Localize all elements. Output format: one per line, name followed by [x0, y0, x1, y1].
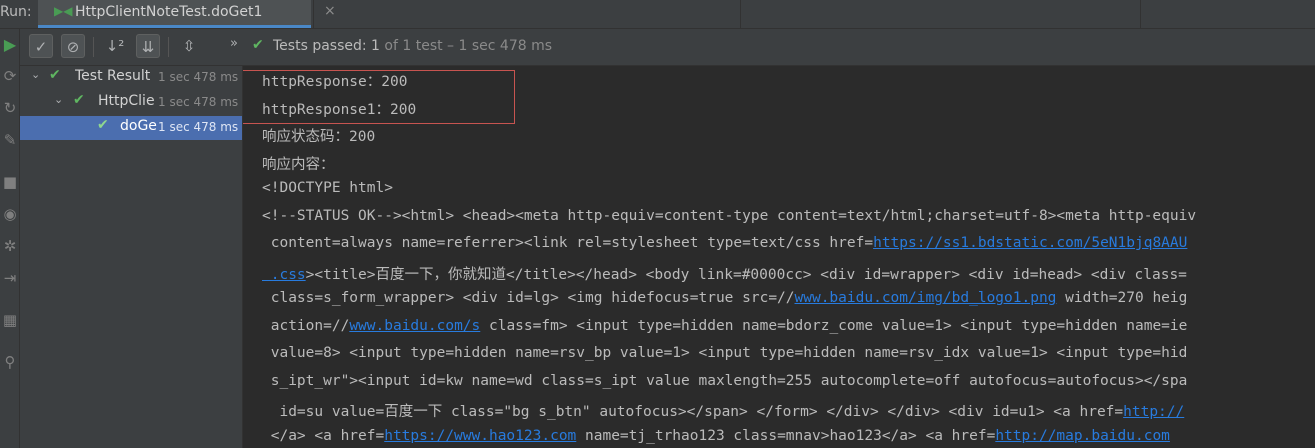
- tree-node-duration: 1 sec 478 ms: [158, 95, 242, 109]
- console-link[interactable]: http://map.baidu.com: [995, 428, 1170, 444]
- sort-alphabetically-button[interactable]: ↓²: [103, 34, 127, 58]
- test-status: Tests passed: 1 of 1 test – 1 sec 478 ms: [273, 38, 552, 54]
- wrench-icon[interactable]: ✎: [1, 131, 19, 149]
- pin-icon[interactable]: ⚲: [1, 353, 19, 371]
- console-link[interactable]: www.baidu.com/s: [349, 318, 480, 334]
- console-line: .css><title>百度一下，你就知道</title></head> <bo…: [262, 263, 1187, 284]
- tree-node-test-class[interactable]: ⌄ ✔ HttpClie 1 sec 478 ms: [20, 91, 242, 115]
- console-text: action=//: [262, 318, 350, 334]
- console-text: content=always name=referrer><link rel=s…: [262, 235, 874, 251]
- tree-node-test-result[interactable]: ⌄ ✔ Test Result 1 sec 478 ms: [20, 66, 242, 90]
- toolbar-divider: [93, 37, 94, 57]
- console-line: 响应状态码：200: [262, 129, 376, 145]
- passed-check-icon: ✔: [252, 37, 264, 53]
- passed-check-icon: ✔: [49, 67, 61, 83]
- tab-title: HttpClientNoteTest.doGet1: [75, 4, 263, 20]
- rerun-icon[interactable]: ▶: [1, 35, 19, 54]
- console-line: <!--STATUS OK--><html> <head><meta http-…: [262, 208, 1197, 224]
- tab-divider: [740, 0, 741, 28]
- toggle-auto-test-icon[interactable]: ↻: [1, 99, 19, 117]
- tab-divider: [1140, 0, 1141, 28]
- console-line: content=always name=referrer><link rel=s…: [262, 235, 1188, 251]
- console-output[interactable]: httpResponse：200 httpResponse1：200 响应状态码…: [243, 66, 1315, 448]
- stop-icon[interactable]: ■: [1, 173, 19, 191]
- console-line: value=8> <input type=hidden name=rsv_bp …: [262, 345, 1188, 361]
- console-text: ><title>百度一下，你就知道</title></head> <body l…: [305, 267, 1187, 283]
- layout-icon[interactable]: ▦: [1, 311, 19, 329]
- camera-icon[interactable]: ◉: [1, 205, 19, 223]
- status-detail: of 1 test – 1 sec 478 ms: [379, 38, 553, 54]
- tab-divider: [313, 0, 314, 28]
- console-line: httpResponse1：200: [262, 102, 417, 118]
- test-toolbar: ✓ ⊘ ↓² ⇊ ⇳ » ✔ Tests passed: 1 of 1 test…: [20, 29, 1315, 66]
- passed-check-icon: ✔: [73, 92, 85, 108]
- close-icon[interactable]: ×: [324, 3, 336, 19]
- tree-node-duration: 1 sec 478 ms: [158, 70, 242, 84]
- more-actions-icon[interactable]: »: [230, 36, 238, 51]
- console-text: name=tj_trhao123 class=mnav>hao123</a> <…: [576, 428, 996, 444]
- show-ignored-button[interactable]: ⊘: [61, 34, 85, 58]
- console-text: id=su value=百度一下 class="bg s_btn" autofo…: [262, 404, 1124, 420]
- chevron-down-icon[interactable]: ⌄: [31, 68, 40, 81]
- console-text: width=270 heig: [1056, 290, 1188, 306]
- console-line: s_ipt_wr"><input id=kw name=wd class=s_i…: [262, 373, 1188, 389]
- console-link[interactable]: https://www.hao123.com: [384, 428, 576, 444]
- console-line: action=//www.baidu.com/s class=fm> <inpu…: [262, 318, 1188, 334]
- console-line: 响应内容：: [262, 157, 335, 173]
- tree-node-label: HttpClie: [98, 93, 155, 109]
- console-text: class=s_form_wrapper> <div id=lg> <img h…: [262, 290, 795, 306]
- status-count: 1: [371, 38, 380, 54]
- console-line: <!DOCTYPE html>: [262, 180, 393, 196]
- rerun-failed-icon[interactable]: ⟳: [1, 67, 19, 85]
- console-text: </a> <a href=: [262, 428, 385, 444]
- passed-check-icon: ✔: [97, 117, 109, 133]
- sort-by-duration-button[interactable]: ⇊: [136, 34, 160, 58]
- console-link[interactable]: https://ss1.bdstatic.com/5eN1bjq8AAU: [873, 235, 1187, 251]
- run-config-icon: ▶◀: [54, 4, 73, 18]
- tree-node-label: doGe: [120, 118, 157, 134]
- chevron-down-icon[interactable]: ⌄: [54, 93, 63, 106]
- console-text: class=fm> <input type=hidden name=bdorz_…: [480, 318, 1188, 334]
- console-line: </a> <a href=https://www.hao123.com name…: [262, 428, 1170, 444]
- show-passed-button[interactable]: ✓: [29, 34, 53, 58]
- tree-node-duration: 1 sec 478 ms: [158, 120, 242, 134]
- exit-icon[interactable]: ⇥: [1, 269, 19, 287]
- console-line: class=s_form_wrapper> <div id=lg> <img h…: [262, 290, 1188, 306]
- run-tabbar: Run: ▶◀ HttpClientNoteTest.doGet1 ×: [0, 0, 1315, 29]
- console-link[interactable]: http://: [1123, 404, 1184, 420]
- left-toolbar: ▶ ⟳ ↻ ✎ ■ ◉ ✲ ⇥ ▦ ⚲: [0, 29, 20, 448]
- console-line: id=su value=百度一下 class="bg s_btn" autofo…: [262, 400, 1184, 421]
- gear-icon[interactable]: ✲: [1, 237, 19, 255]
- tree-node-label: Test Result: [75, 68, 151, 84]
- console-link[interactable]: .css: [262, 267, 306, 283]
- console-line: httpResponse：200: [262, 74, 408, 90]
- collapse-all-button[interactable]: ⇳: [177, 34, 201, 58]
- tab-run-config[interactable]: ▶◀ HttpClientNoteTest.doGet1 ×: [38, 0, 336, 28]
- toolbar-divider: [168, 37, 169, 57]
- run-label: Run:: [0, 4, 32, 20]
- tree-node-test-method[interactable]: ✔ doGe 1 sec 478 ms: [20, 116, 242, 140]
- test-tree: ⌄ ✔ Test Result 1 sec 478 ms ⌄ ✔ HttpCli…: [20, 66, 243, 448]
- status-prefix: Tests passed:: [273, 38, 372, 54]
- console-link[interactable]: www.baidu.com/img/bd_logo1.png: [795, 290, 1057, 306]
